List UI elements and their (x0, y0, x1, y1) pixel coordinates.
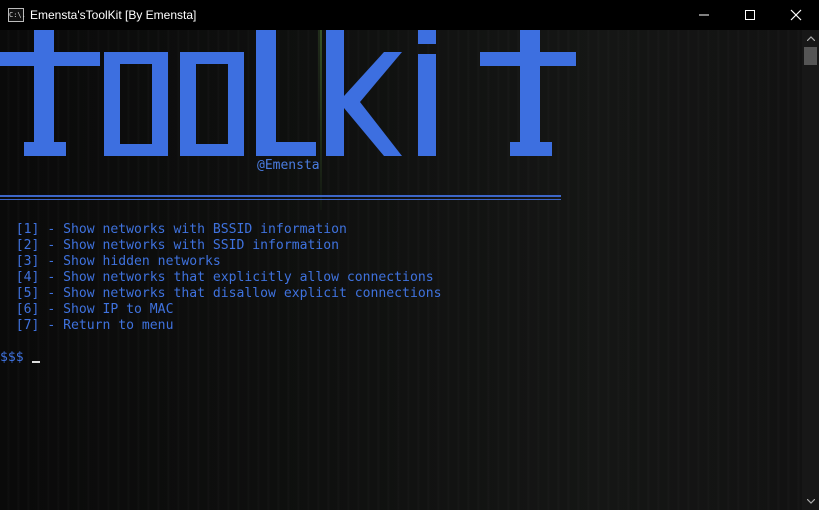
minimize-icon (699, 14, 709, 16)
menu-key: [6] (15, 302, 40, 317)
menu-label: - Show IP to MAC (39, 302, 174, 317)
menu-item: [6] - Show IP to MAC (0, 302, 441, 318)
menu-item: [4] - Show networks that explicitly allo… (0, 270, 441, 286)
scroll-thumb[interactable] (804, 47, 817, 65)
scroll-up-button[interactable] (802, 30, 819, 47)
menu-item: [3] - Show hidden networks (0, 254, 441, 270)
menu-key: [4] (15, 270, 40, 285)
title-bar[interactable]: C:\. Emensta'sToolKit [By Emensta] (0, 0, 819, 30)
maximize-icon (745, 10, 755, 20)
menu-key: [1] (15, 222, 40, 237)
close-button[interactable] (773, 0, 819, 30)
menu-label: - Show networks that disallow explicit c… (39, 286, 442, 301)
author-handle: @Emensta (257, 158, 320, 173)
menu-item: [2] - Show networks with SSID informatio… (0, 238, 441, 254)
menu-key: [7] (15, 318, 40, 333)
minimize-button[interactable] (681, 0, 727, 30)
close-icon (790, 9, 802, 21)
text-cursor (31, 361, 40, 363)
separator-line (0, 195, 561, 197)
maximize-button[interactable] (727, 0, 773, 30)
console-app-icon[interactable]: C:\. (8, 8, 26, 22)
menu-key: [5] (15, 286, 40, 301)
vertical-scrollbar[interactable] (802, 30, 819, 510)
scroll-up-icon (806, 36, 815, 41)
prompt-symbol: $$$ (0, 350, 24, 365)
menu-label: - Show hidden networks (39, 254, 221, 269)
menu-label: - Show networks with BSSID information (39, 222, 347, 237)
window-title: Emensta'sToolKit [By Emensta] (30, 8, 197, 22)
menu-label: - Show networks that explicitly allow co… (39, 270, 434, 285)
menu-item: [1] - Show networks with BSSID informati… (0, 222, 441, 238)
menu-item: [7] - Return to menu (0, 318, 441, 334)
scroll-down-icon (806, 499, 815, 504)
toolkit-banner-logo (0, 30, 576, 156)
scroll-down-button[interactable] (802, 493, 819, 510)
console-output[interactable]: @Emensta [1] - Show networks with BSSID … (0, 30, 802, 510)
options-menu: [1] - Show networks with BSSID informati… (0, 222, 442, 334)
separator-line (0, 199, 561, 200)
menu-item: [5] - Show networks that disallow explic… (0, 286, 442, 302)
menu-key: [2] (15, 238, 40, 253)
menu-key: [3] (15, 254, 40, 269)
menu-label: - Show networks with SSID information (39, 238, 339, 253)
menu-label: - Return to menu (39, 318, 174, 333)
command-prompt[interactable]: $$$ (0, 350, 40, 365)
